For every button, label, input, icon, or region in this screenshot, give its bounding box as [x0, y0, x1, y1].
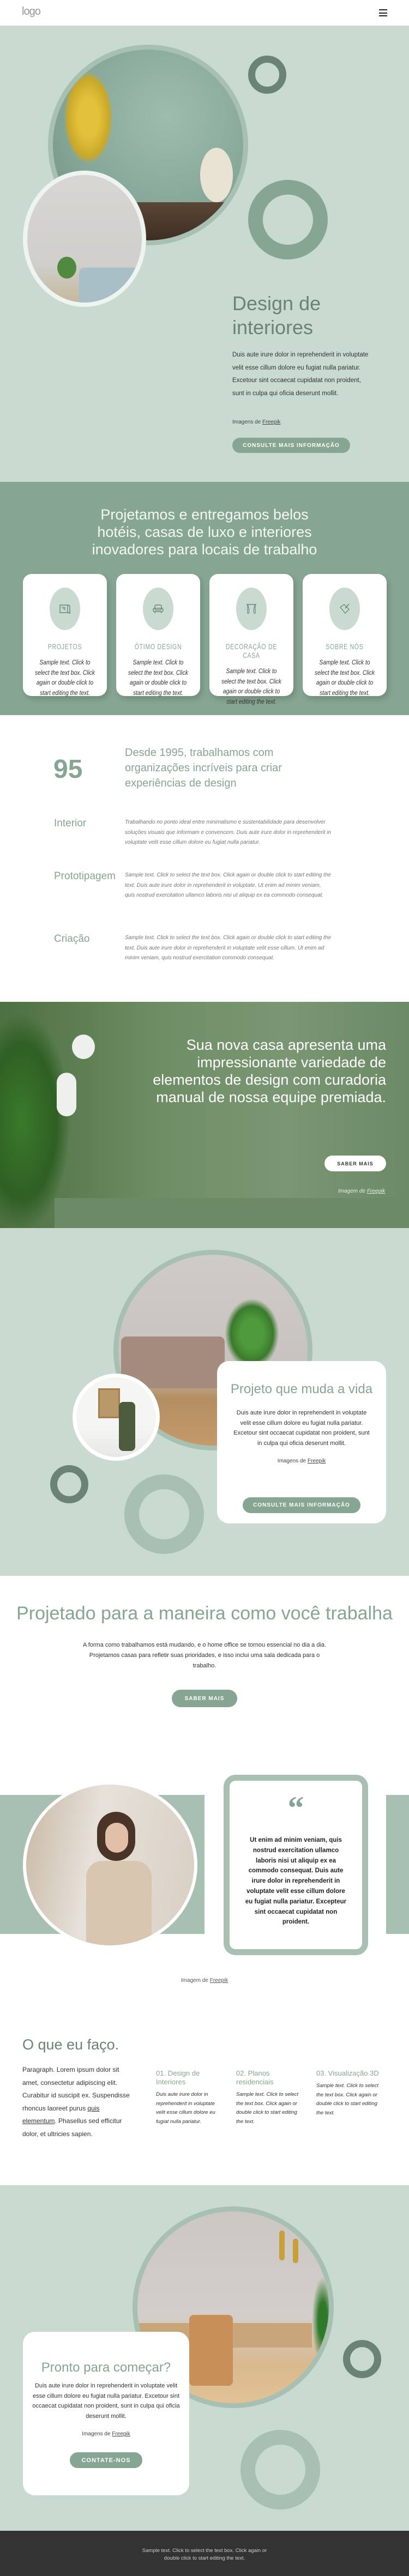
service-card[interactable]: ÓTIMO DESIGN Sample text. Click to selec…	[116, 574, 200, 697]
hero-secondary-image	[23, 171, 146, 307]
testimonial-text: Ut enim ad minim veniam, quis nostrud ex…	[245, 1837, 347, 1926]
decor-ring-small	[50, 1465, 88, 1503]
service-card-title: PROJETOS	[47, 642, 82, 651]
cta-section: Pronto para começar? Duis aute irure dol…	[0, 2185, 409, 2531]
service-item-text: Sample text. Click to select the text bo…	[316, 2083, 379, 2116]
hamburger-icon[interactable]	[379, 9, 387, 16]
hero-credit: Imagens de Freepik	[232, 419, 280, 425]
work-section: Projetado para a maneira como você traba…	[0, 1576, 409, 1734]
service-card-text: Sample text. Click to select the text bo…	[128, 658, 188, 697]
credit-prefix: Imagem de	[338, 1188, 366, 1194]
banner-credit: Imagem de Freepik	[338, 1188, 385, 1194]
about-section: 95 Desde 1995, trabalhamos com organizaç…	[0, 715, 409, 1002]
credit-prefix: Imagens de	[82, 2431, 111, 2437]
cta-credit: Imagens de Freepik	[23, 2431, 189, 2437]
cta-title: Pronto para começar?	[41, 2360, 171, 2375]
quote-card: “ Ut enim ad minim veniam, quis nostrud …	[224, 1775, 368, 1955]
freepik-link[interactable]: Freepik	[308, 1458, 326, 1464]
contact-us-button[interactable]: CONTATE-NOS	[70, 2452, 142, 2468]
services-title: Projetamos e entregamos belos hotéis, ca…	[92, 506, 317, 558]
testimonial-section: “ Ut enim ad minim veniam, quis nostrud …	[0, 1734, 409, 1990]
work-text: A forma como trabalhamos está mudando, e…	[82, 1642, 327, 1669]
shelf	[55, 1198, 409, 1228]
project-secondary-image	[73, 1374, 160, 1461]
whatido-title: O que eu faço.	[22, 2036, 119, 2053]
banner-text: Sua nova casa apresenta uma impressionan…	[153, 1037, 386, 1105]
footer: Sample text. Click to select the text bo…	[0, 2531, 409, 2576]
testimonial-credit: Imagem de Freepik	[0, 1978, 409, 1984]
service-item-text: Duis aute irure dolor in reprehenderit i…	[156, 2091, 215, 2125]
hero-more-info-button[interactable]: CONSULTE MAIS INFORMAÇÃO	[232, 438, 350, 453]
service-item: 03. Visualização 3D Sample text. Click t…	[316, 2069, 382, 2118]
service-card-title: ÓTIMO DESIGN	[134, 642, 182, 651]
pendant-lamp	[57, 1073, 76, 1116]
services-section: Projetamos e entregamos belos hotéis, ca…	[0, 482, 409, 715]
service-item-text: Sample text. Click to select the text bo…	[236, 2091, 299, 2125]
hero-title: Design de interiores	[232, 292, 321, 338]
service-card[interactable]: DECORAÇÃO DE CASA Sample text. Click to …	[209, 574, 293, 705]
freepik-link[interactable]: Freepik	[210, 1978, 228, 1984]
project-more-info-button[interactable]: CONSULTE MAIS INFORMAÇÃO	[243, 1497, 360, 1513]
years-number: 95	[53, 755, 83, 784]
banner-section: Sua nova casa apresenta uma impressionan…	[0, 1002, 409, 1228]
project-credit: Imagens de Freepik	[217, 1458, 386, 1464]
decor-ring-large	[240, 2430, 320, 2510]
footer-text: Sample text. Click to select the text bo…	[142, 2548, 267, 2561]
about-row-label: Criação	[54, 933, 90, 945]
decor-ring-large	[248, 180, 328, 259]
project-text: Duis aute irure dolor in reprehenderit i…	[233, 1410, 370, 1447]
whatido-text: Paragraph. Lorem ipsum dolor sit amet, c…	[22, 2064, 131, 2140]
whatido-section: O que eu faço. Paragraph. Lorem ipsum do…	[0, 1990, 409, 2185]
service-card-title: DECORAÇÃO DE CASA	[225, 642, 278, 660]
about-row-label: Prototipagem	[54, 870, 116, 882]
work-learn-more-button[interactable]: SABER MAIS	[172, 1690, 237, 1707]
freepik-link[interactable]: Freepik	[367, 1188, 385, 1194]
service-item-title: 03. Visualização 3D	[316, 2069, 379, 2077]
blueprint-icon	[50, 588, 80, 630]
paragraph-text: Paragraph. Lorem ipsum dolor sit amet, c…	[22, 2066, 130, 2112]
hero-text: Duis aute irure dolor in reprehenderit i…	[232, 352, 369, 397]
service-card-title: SOBRE NÓS	[326, 642, 364, 651]
header: logo	[0, 0, 409, 26]
decor-ring-small	[343, 2340, 381, 2378]
plant-decor	[0, 1013, 71, 1228]
project-title: Projeto que muda a vida	[230, 1382, 373, 1396]
about-row-label: Interior	[54, 818, 87, 829]
service-card-text: Sample text. Click to select the text bo…	[315, 658, 375, 697]
band-right	[386, 1795, 409, 1934]
testimonial-photo	[23, 1781, 197, 1949]
banner-learn-more-button[interactable]: SABER MAIS	[324, 1156, 386, 1171]
hero-section: Design de interiores Duis aute irure dol…	[0, 26, 409, 482]
credit-prefix: Imagens de	[232, 419, 261, 425]
armchair-icon	[143, 588, 173, 630]
service-item-title: 01. Design de Interiores	[156, 2069, 200, 2086]
decor-ring-small	[248, 56, 286, 94]
service-card-text: Sample text. Click to select the text bo…	[221, 667, 281, 705]
freepik-link[interactable]: Freepik	[112, 2431, 130, 2437]
freepik-link[interactable]: Freepik	[262, 419, 280, 425]
cta-text: Duis aute irure dolor in reprehenderit i…	[32, 2383, 180, 2420]
quote-icon: “	[287, 1790, 304, 1826]
cta-card: Pronto para começar? Duis aute irure dol…	[23, 2332, 189, 2495]
credit-prefix: Imagens de	[277, 1458, 306, 1464]
design-tools-icon	[329, 588, 360, 630]
about-row-text: Sample text. Click to select the text bo…	[125, 872, 331, 898]
service-card-text: Sample text. Click to select the text bo…	[35, 658, 95, 697]
since-text: Desde 1995, trabalhamos com organizações…	[125, 747, 282, 789]
decor-ring-large	[124, 1474, 204, 1554]
work-title: Projetado para a maneira como você traba…	[16, 1603, 393, 1624]
service-item: 01. Design de Interiores Duis aute irure…	[156, 2069, 221, 2126]
about-row-text: Trabalhando no ponto ideal entre minimal…	[125, 819, 331, 845]
credit-prefix: Imagem de	[181, 1978, 208, 1984]
service-card[interactable]: SOBRE NÓS Sample text. Click to select t…	[303, 574, 387, 697]
project-section: Projeto que muda a vida Duis aute irure …	[0, 1228, 409, 1576]
about-row-text: Sample text. Click to select the text bo…	[125, 935, 331, 961]
service-item: 02. Planos residenciais Sample text. Cli…	[236, 2069, 302, 2126]
logo[interactable]: logo	[22, 5, 41, 18]
project-card: Projeto que muda a vida Duis aute irure …	[217, 1361, 386, 1523]
pendant-lamp	[72, 1035, 95, 1059]
service-card[interactable]: PROJETOS Sample text. Click to select th…	[23, 574, 107, 697]
curtains-icon	[236, 588, 267, 630]
service-item-title: 02. Planos residenciais	[236, 2069, 274, 2086]
